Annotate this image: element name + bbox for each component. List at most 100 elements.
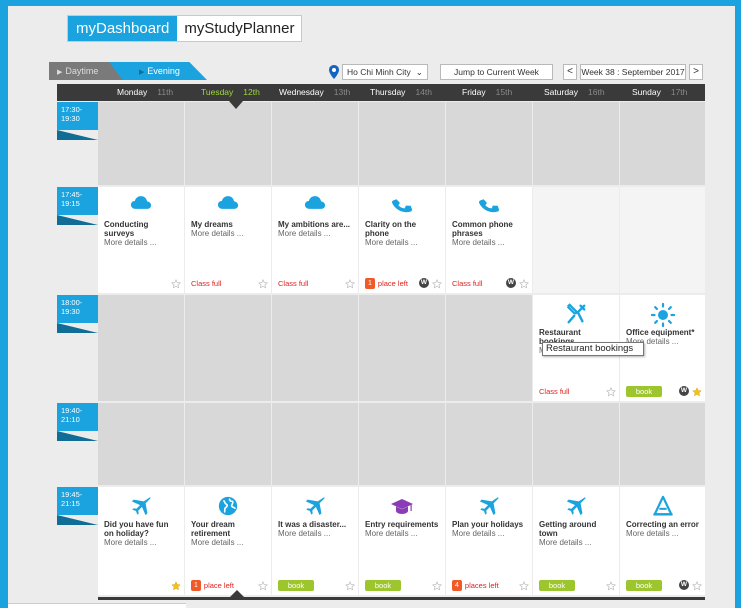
class-card[interactable]: Correcting an error More details ... book…	[620, 487, 705, 595]
class-card[interactable]: Your dream retirement More details ... 1p…	[185, 487, 271, 595]
class-card[interactable]: Clarity on the phone More details ... 1 pl…	[359, 187, 445, 293]
day-header-thursday: Thursday 14th	[370, 84, 432, 101]
favorite-star-icon[interactable]	[258, 581, 268, 591]
empty-slot	[359, 102, 445, 185]
place-left-label: place left	[377, 278, 408, 288]
tab-evening[interactable]: ▶ Evening	[109, 62, 207, 80]
week-header: Monday 11th Tuesday 12th Wednesday 13th Thu…	[57, 84, 705, 101]
time-start: 17:45-	[61, 190, 83, 199]
book-button[interactable]: book	[626, 385, 662, 397]
class-card[interactable]: It was a disaster... More details ... boo…	[272, 487, 358, 595]
time-start: 19:40-	[61, 406, 83, 415]
more-details-link[interactable]: More details ...	[452, 238, 528, 247]
favorite-star-icon[interactable]	[606, 581, 616, 591]
class-card[interactable]: Common phone phrases More details ... Cla…	[446, 187, 532, 293]
class-card[interactable]: Getting around town More details ... book	[533, 487, 619, 595]
more-details-link[interactable]: More details ...	[365, 238, 441, 247]
more-details-link[interactable]: More details ...	[626, 529, 701, 538]
empty-slot	[359, 403, 445, 485]
empty-slot	[185, 295, 271, 401]
class-title: Office equipment*	[626, 328, 695, 337]
tab-daytime-label: Daytime	[65, 66, 99, 76]
day-name: Thursday	[370, 87, 406, 97]
globe-icon	[217, 495, 239, 517]
class-card[interactable]: Conducting surveys More details ...	[98, 187, 184, 293]
empty-slot	[446, 102, 532, 185]
city-selector: Ho Chi Minh City ⌄	[329, 64, 428, 80]
class-title: Clarity on the phone	[365, 220, 417, 238]
day-header-wednesday: Wednesday 13th	[279, 84, 350, 101]
phone-icon	[391, 195, 413, 217]
empty-slot	[98, 403, 184, 485]
more-details-link[interactable]: More details ...	[191, 538, 267, 547]
time-end: 19:15	[61, 199, 80, 208]
favorite-star-icon[interactable]	[432, 279, 442, 289]
empty-slot	[98, 295, 184, 401]
more-details-link[interactable]: More details ...	[365, 529, 441, 538]
cloud-icon	[130, 195, 152, 210]
cloud-icon	[304, 195, 326, 210]
book-button[interactable]: book	[626, 579, 662, 591]
favorite-star-icon[interactable]	[432, 581, 442, 591]
class-title: It was a disaster...	[278, 520, 347, 529]
day-number: 15th	[495, 87, 513, 97]
favorite-star-icon[interactable]	[692, 581, 702, 591]
empty-slot	[98, 102, 184, 185]
class-full-label: Class full	[452, 278, 483, 288]
day-number: 16th	[588, 87, 605, 97]
more-details-link[interactable]: More details ...	[278, 229, 354, 238]
empty-slot	[620, 102, 705, 185]
class-full-label: Class full	[539, 386, 570, 396]
empty-slot	[446, 295, 532, 401]
chevron-down-icon: ⌄	[415, 67, 423, 77]
book-button[interactable]: book	[539, 579, 575, 591]
class-card[interactable]: My ambitions are... More details ... Clas…	[272, 187, 358, 293]
waitlist-badge: W	[506, 278, 516, 288]
more-details-link[interactable]: More details ...	[539, 538, 615, 547]
favorite-star-icon[interactable]	[519, 279, 529, 289]
city-dropdown[interactable]: Ho Chi Minh City ⌄	[342, 64, 428, 80]
class-full-label: Class full	[191, 278, 222, 288]
warning-icon	[652, 495, 674, 517]
nav-my-study-planner[interactable]: myStudyPlanner	[177, 16, 302, 41]
class-card[interactable]: Plan your holidays More details ... 4 plac…	[446, 487, 532, 595]
favorite-star-icon[interactable]	[519, 581, 529, 591]
favorite-star-icon[interactable]	[171, 581, 181, 591]
empty-slot	[620, 187, 705, 293]
time-slot-row: Conducting surveys More details ... My dr…	[98, 187, 705, 293]
day-name: Monday	[117, 87, 148, 97]
more-details-link[interactable]: More details ...	[191, 229, 267, 238]
day-number: 13th	[333, 87, 351, 97]
next-week-button[interactable]: >	[689, 64, 703, 80]
more-details-link[interactable]: More details ...	[104, 238, 180, 247]
class-card[interactable]: Entry requirements More details ... book	[359, 487, 445, 595]
time-of-day-tabs: ▶ Daytime ▶ Evening	[49, 62, 207, 80]
nav-my-dashboard[interactable]: myDashboard	[68, 16, 178, 41]
more-details-link[interactable]: More details ...	[278, 529, 354, 538]
prev-week-button[interactable]: <	[563, 64, 577, 80]
day-number: 12th	[243, 87, 260, 97]
class-card[interactable]: Did you have fun on holiday? More details…	[98, 487, 184, 595]
favorite-star-icon[interactable]	[345, 581, 355, 591]
time-slot-row: Did you have fun on holiday? More details…	[98, 487, 705, 595]
favorite-star-icon[interactable]	[345, 279, 355, 289]
jump-to-current-week-button[interactable]: Jump to Current Week	[440, 64, 553, 80]
day-number: 17th	[670, 87, 688, 97]
empty-slot	[272, 403, 358, 485]
class-title: Your dream retirement	[191, 520, 235, 538]
empty-slot	[272, 102, 358, 185]
favorite-star-icon[interactable]	[258, 279, 268, 289]
more-details-link[interactable]: More details ...	[104, 538, 180, 547]
favorite-star-icon[interactable]	[692, 387, 702, 397]
time-start: 19:45-	[61, 490, 83, 499]
class-card[interactable]: My dreams More details ... Class full	[185, 187, 271, 293]
book-button[interactable]: book	[365, 579, 401, 591]
tab-evening-label: Evening	[147, 66, 180, 76]
favorite-star-icon[interactable]	[171, 279, 181, 289]
day-name: Tuesday	[201, 87, 234, 97]
plane-icon	[478, 495, 500, 517]
more-details-link[interactable]: More details ...	[452, 529, 528, 538]
book-button[interactable]: book	[278, 579, 314, 591]
day-header-saturday: Saturday 16th	[544, 84, 605, 101]
favorite-star-icon[interactable]	[606, 387, 616, 397]
